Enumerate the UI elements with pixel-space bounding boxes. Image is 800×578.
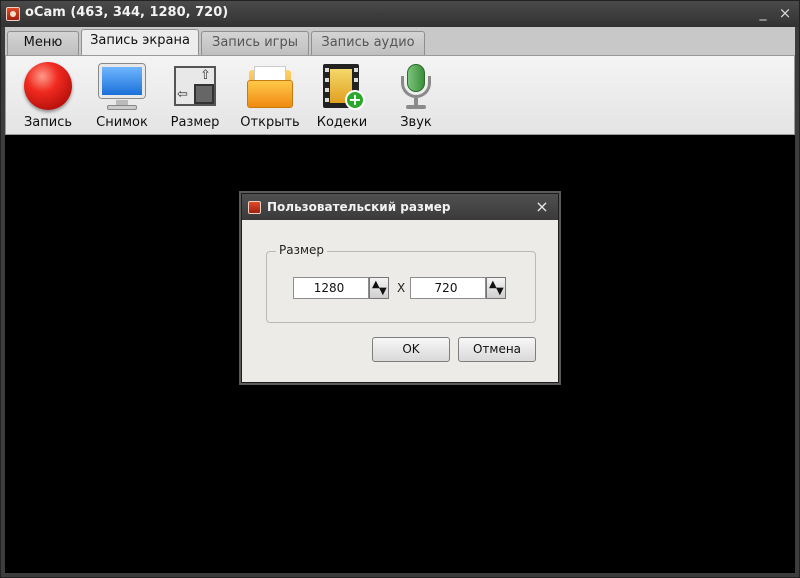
resize-label: Размер: [170, 115, 220, 130]
tab-screen-recording[interactable]: Запись экрана: [81, 29, 199, 55]
tab-menu[interactable]: Меню: [7, 31, 79, 55]
width-input[interactable]: 1280: [293, 277, 369, 299]
monitor-icon: [97, 62, 147, 112]
record-label: Запись: [23, 115, 73, 130]
height-spinner[interactable]: ▲ ▼: [486, 277, 506, 299]
size-separator: X: [397, 281, 406, 295]
tab-game-recording[interactable]: Запись игры: [201, 31, 309, 55]
minimize-button[interactable]: _: [753, 4, 773, 22]
open-button[interactable]: Открыть: [234, 60, 306, 132]
dialog-title: Пользовательский размер: [267, 200, 451, 214]
toolbar: Запись Снимок ⇧ ⇦ Размер Открыть + Кодек…: [5, 55, 795, 135]
record-icon: [24, 62, 72, 110]
microphone-icon: [391, 62, 441, 112]
dialog-close-button[interactable]: ×: [532, 197, 552, 217]
close-window-button[interactable]: ×: [775, 4, 795, 22]
spin-down-icon: ▼: [496, 286, 504, 297]
open-label: Открыть: [240, 115, 300, 130]
add-plus-icon: +: [345, 90, 365, 110]
sound-button[interactable]: Звук: [382, 60, 450, 132]
cancel-button[interactable]: Отмена: [458, 337, 536, 362]
width-spinner[interactable]: ▲ ▼: [369, 277, 389, 299]
ok-button[interactable]: OK: [372, 337, 450, 362]
size-group: Размер 1280 ▲ ▼ X 720 ▲ ▼: [266, 243, 536, 323]
height-input[interactable]: 720: [410, 277, 486, 299]
title-bar[interactable]: oCam (463, 344, 1280, 720) _ ×: [1, 1, 799, 27]
ocam-dialog-icon: [248, 201, 261, 214]
record-button[interactable]: Запись: [14, 60, 82, 132]
screenshot-button[interactable]: Снимок: [88, 60, 156, 132]
screenshot-label: Снимок: [96, 115, 148, 130]
custom-size-dialog: Пользовательский размер × Размер 1280 ▲ …: [241, 193, 559, 383]
codecs-label: Кодеки: [316, 115, 368, 130]
window-title: oCam (463, 344, 1280, 720): [25, 5, 229, 20]
spin-down-icon: ▼: [379, 286, 387, 297]
tab-bar: Меню Запись экрана Запись игры Запись ау…: [5, 27, 795, 55]
size-group-label: Размер: [276, 243, 328, 257]
sound-label: Звук: [400, 115, 432, 130]
tab-audio-recording[interactable]: Запись аудио: [311, 31, 425, 55]
dialog-title-bar[interactable]: Пользовательский размер ×: [242, 194, 558, 220]
folder-icon: [245, 62, 295, 112]
ocam-app-icon: [6, 7, 20, 21]
resize-icon: ⇧ ⇦: [170, 62, 220, 112]
codecs-button[interactable]: + Кодеки: [308, 60, 376, 132]
codec-film-icon: +: [317, 62, 367, 112]
resize-button[interactable]: ⇧ ⇦ Размер: [161, 60, 229, 132]
